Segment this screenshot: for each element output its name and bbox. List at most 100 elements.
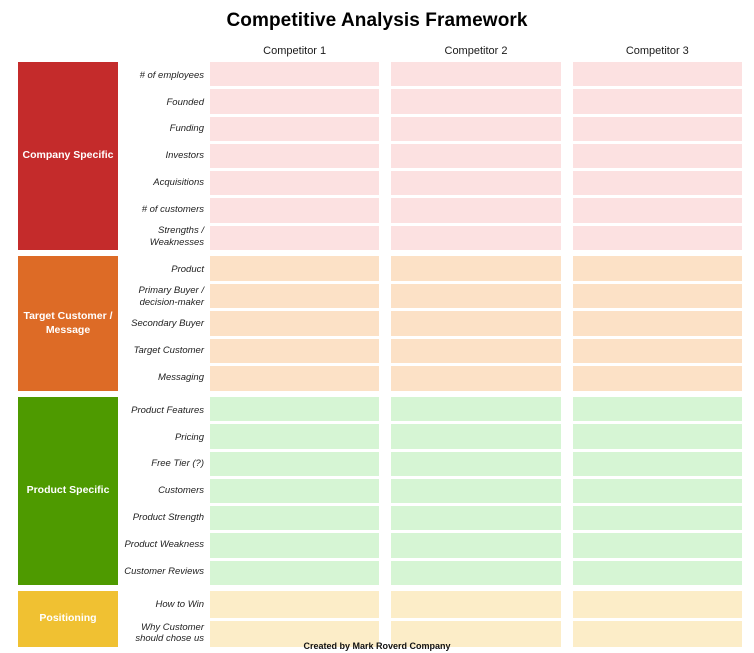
cell[interactable] [572,62,742,87]
row-label: How to Win [155,599,204,611]
column-gap [742,591,754,647]
cell[interactable] [210,338,380,364]
cell[interactable] [572,171,742,196]
cell[interactable] [210,591,380,618]
cell[interactable] [391,171,561,196]
column-gap [379,397,391,585]
cell[interactable] [210,62,380,87]
row-label: Customers [158,485,204,497]
section-left-margin [0,591,18,647]
cell[interactable] [391,451,561,476]
cell[interactable] [391,143,561,169]
cell[interactable] [391,116,561,141]
cell[interactable] [572,506,742,531]
column-gap [561,397,573,585]
cell[interactable] [572,311,742,336]
cell[interactable] [391,397,561,422]
cell[interactable] [572,533,742,558]
cell[interactable] [572,116,742,141]
cell[interactable] [572,225,742,250]
cell[interactable] [572,366,742,391]
row-label: Primary Buyer / decision-maker [138,285,204,308]
cell[interactable] [210,143,380,169]
column-header-competitor-1: Competitor 1 [263,45,327,57]
section-left-margin [0,62,18,250]
section-left-margin [0,256,18,391]
row-label: Free Tier (?) [151,458,204,470]
column-gap [379,62,391,250]
row-label: Product Features [131,404,204,416]
cells-company-specific-col-1 [210,62,380,250]
section-left-margin [0,397,18,585]
cell[interactable] [391,89,561,114]
cell[interactable] [391,256,561,281]
section-band-target-customer-message: Target Customer / Message [18,256,118,391]
column-gap [742,62,754,250]
section-positioning: Positioning How to Win Why Customer should … [0,591,754,647]
cell[interactable] [572,198,742,223]
cells-company-specific-col-3 [572,62,742,250]
cell[interactable] [210,451,380,476]
cell[interactable] [391,478,561,504]
cell[interactable] [391,424,561,449]
cell[interactable] [572,89,742,114]
cell[interactable] [391,198,561,223]
sections-host: Company Specific # of employees Founded Fun… [0,62,754,647]
column-gap [742,256,754,391]
cell[interactable] [210,256,380,281]
cell[interactable] [572,397,742,422]
cell[interactable] [572,256,742,281]
cell[interactable] [210,171,380,196]
cell[interactable] [572,338,742,364]
cell[interactable] [391,283,561,309]
cell[interactable] [572,451,742,476]
cell[interactable] [391,591,561,618]
cell[interactable] [572,560,742,585]
row-label: Pricing [174,431,204,443]
row-label: Acquisitions [153,177,204,189]
cell[interactable] [391,506,561,531]
section-target-customer-message: Target Customer / Message Product Primary B… [0,256,754,391]
cell[interactable] [210,116,380,141]
cells-target-customer-message-col-2 [391,256,561,391]
cell[interactable] [391,366,561,391]
cell[interactable] [391,62,561,87]
cells-target-customer-message-col-1 [210,256,380,391]
row-label: Product Weakness [124,539,204,551]
cell[interactable] [572,478,742,504]
section-band-positioning: Positioning [18,591,118,647]
cell[interactable] [210,283,380,309]
cells-positioning-col-2 [391,591,561,647]
column-gap [561,62,573,250]
row-label: Secondary Buyer [131,317,204,329]
cell[interactable] [391,225,561,250]
row-label: Product Strength [132,512,204,524]
cell[interactable] [572,283,742,309]
cell[interactable] [210,506,380,531]
cell[interactable] [210,533,380,558]
column-header-competitor-2: Competitor 2 [444,45,508,57]
cell[interactable] [210,89,380,114]
cells-positioning-col-1 [210,591,380,647]
row-label: Customer Reviews [124,565,204,577]
cell[interactable] [210,424,380,449]
cell[interactable] [210,225,380,250]
cell[interactable] [572,143,742,169]
column-gap [742,397,754,585]
cell[interactable] [210,560,380,585]
cell[interactable] [391,311,561,336]
cell[interactable] [391,533,561,558]
row-label-column-target-customer-message: Product Primary Buyer / decision-maker Seco… [118,256,210,391]
cells-company-specific-col-2 [391,62,561,250]
column-gap [379,591,391,647]
cell[interactable] [572,424,742,449]
cell[interactable] [391,338,561,364]
cell[interactable] [210,311,380,336]
cell[interactable] [391,560,561,585]
cell[interactable] [210,198,380,223]
cell[interactable] [210,397,380,422]
cell[interactable] [572,591,742,618]
cell[interactable] [210,366,380,391]
section-band-product-specific: Product Specific [18,397,118,585]
cell[interactable] [210,478,380,504]
